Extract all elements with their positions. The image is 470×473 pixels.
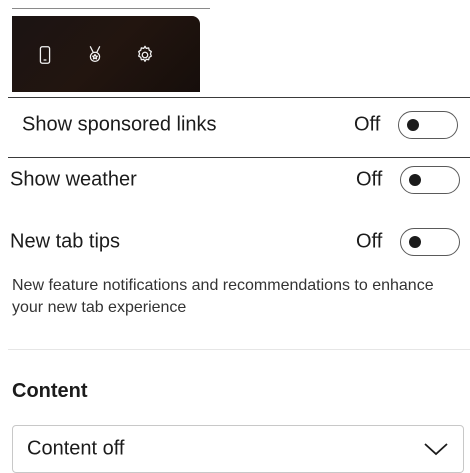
content-select-value: Content off [27,437,125,460]
chevron-down-icon [423,441,449,457]
weather-toggle[interactable] [400,166,460,194]
sponsored-links-row: Show sponsored links Off [0,100,470,150]
toggle-knob [409,174,421,186]
new-tab-tips-description: New feature notifications and recommenda… [12,277,434,316]
section-divider [8,349,470,350]
new-tab-tips-label: New tab tips [10,230,121,253]
new-tab-tips-toggle[interactable] [400,228,460,256]
phone-icon[interactable] [32,42,58,68]
new-tab-tips-row: New tab tips Off [0,217,470,267]
sponsored-links-state: Off [354,113,381,136]
sponsored-links-toggle[interactable] [398,111,458,139]
top-divider [12,8,210,9]
new-tab-preview [12,16,200,92]
weather-state: Off [356,168,383,191]
toggle-knob [407,119,419,131]
trophy-icon[interactable] [82,42,108,68]
sponsored-links-label: Show sponsored links [22,113,217,136]
content-select[interactable]: Content off [12,425,464,473]
content-heading: Content [12,380,88,402]
weather-row: Show weather Off [0,155,470,205]
gear-icon[interactable] [132,42,158,68]
weather-label: Show weather [10,168,137,191]
new-tab-tips-state: Off [356,230,383,253]
toggle-knob [409,236,421,248]
divider [8,97,470,98]
